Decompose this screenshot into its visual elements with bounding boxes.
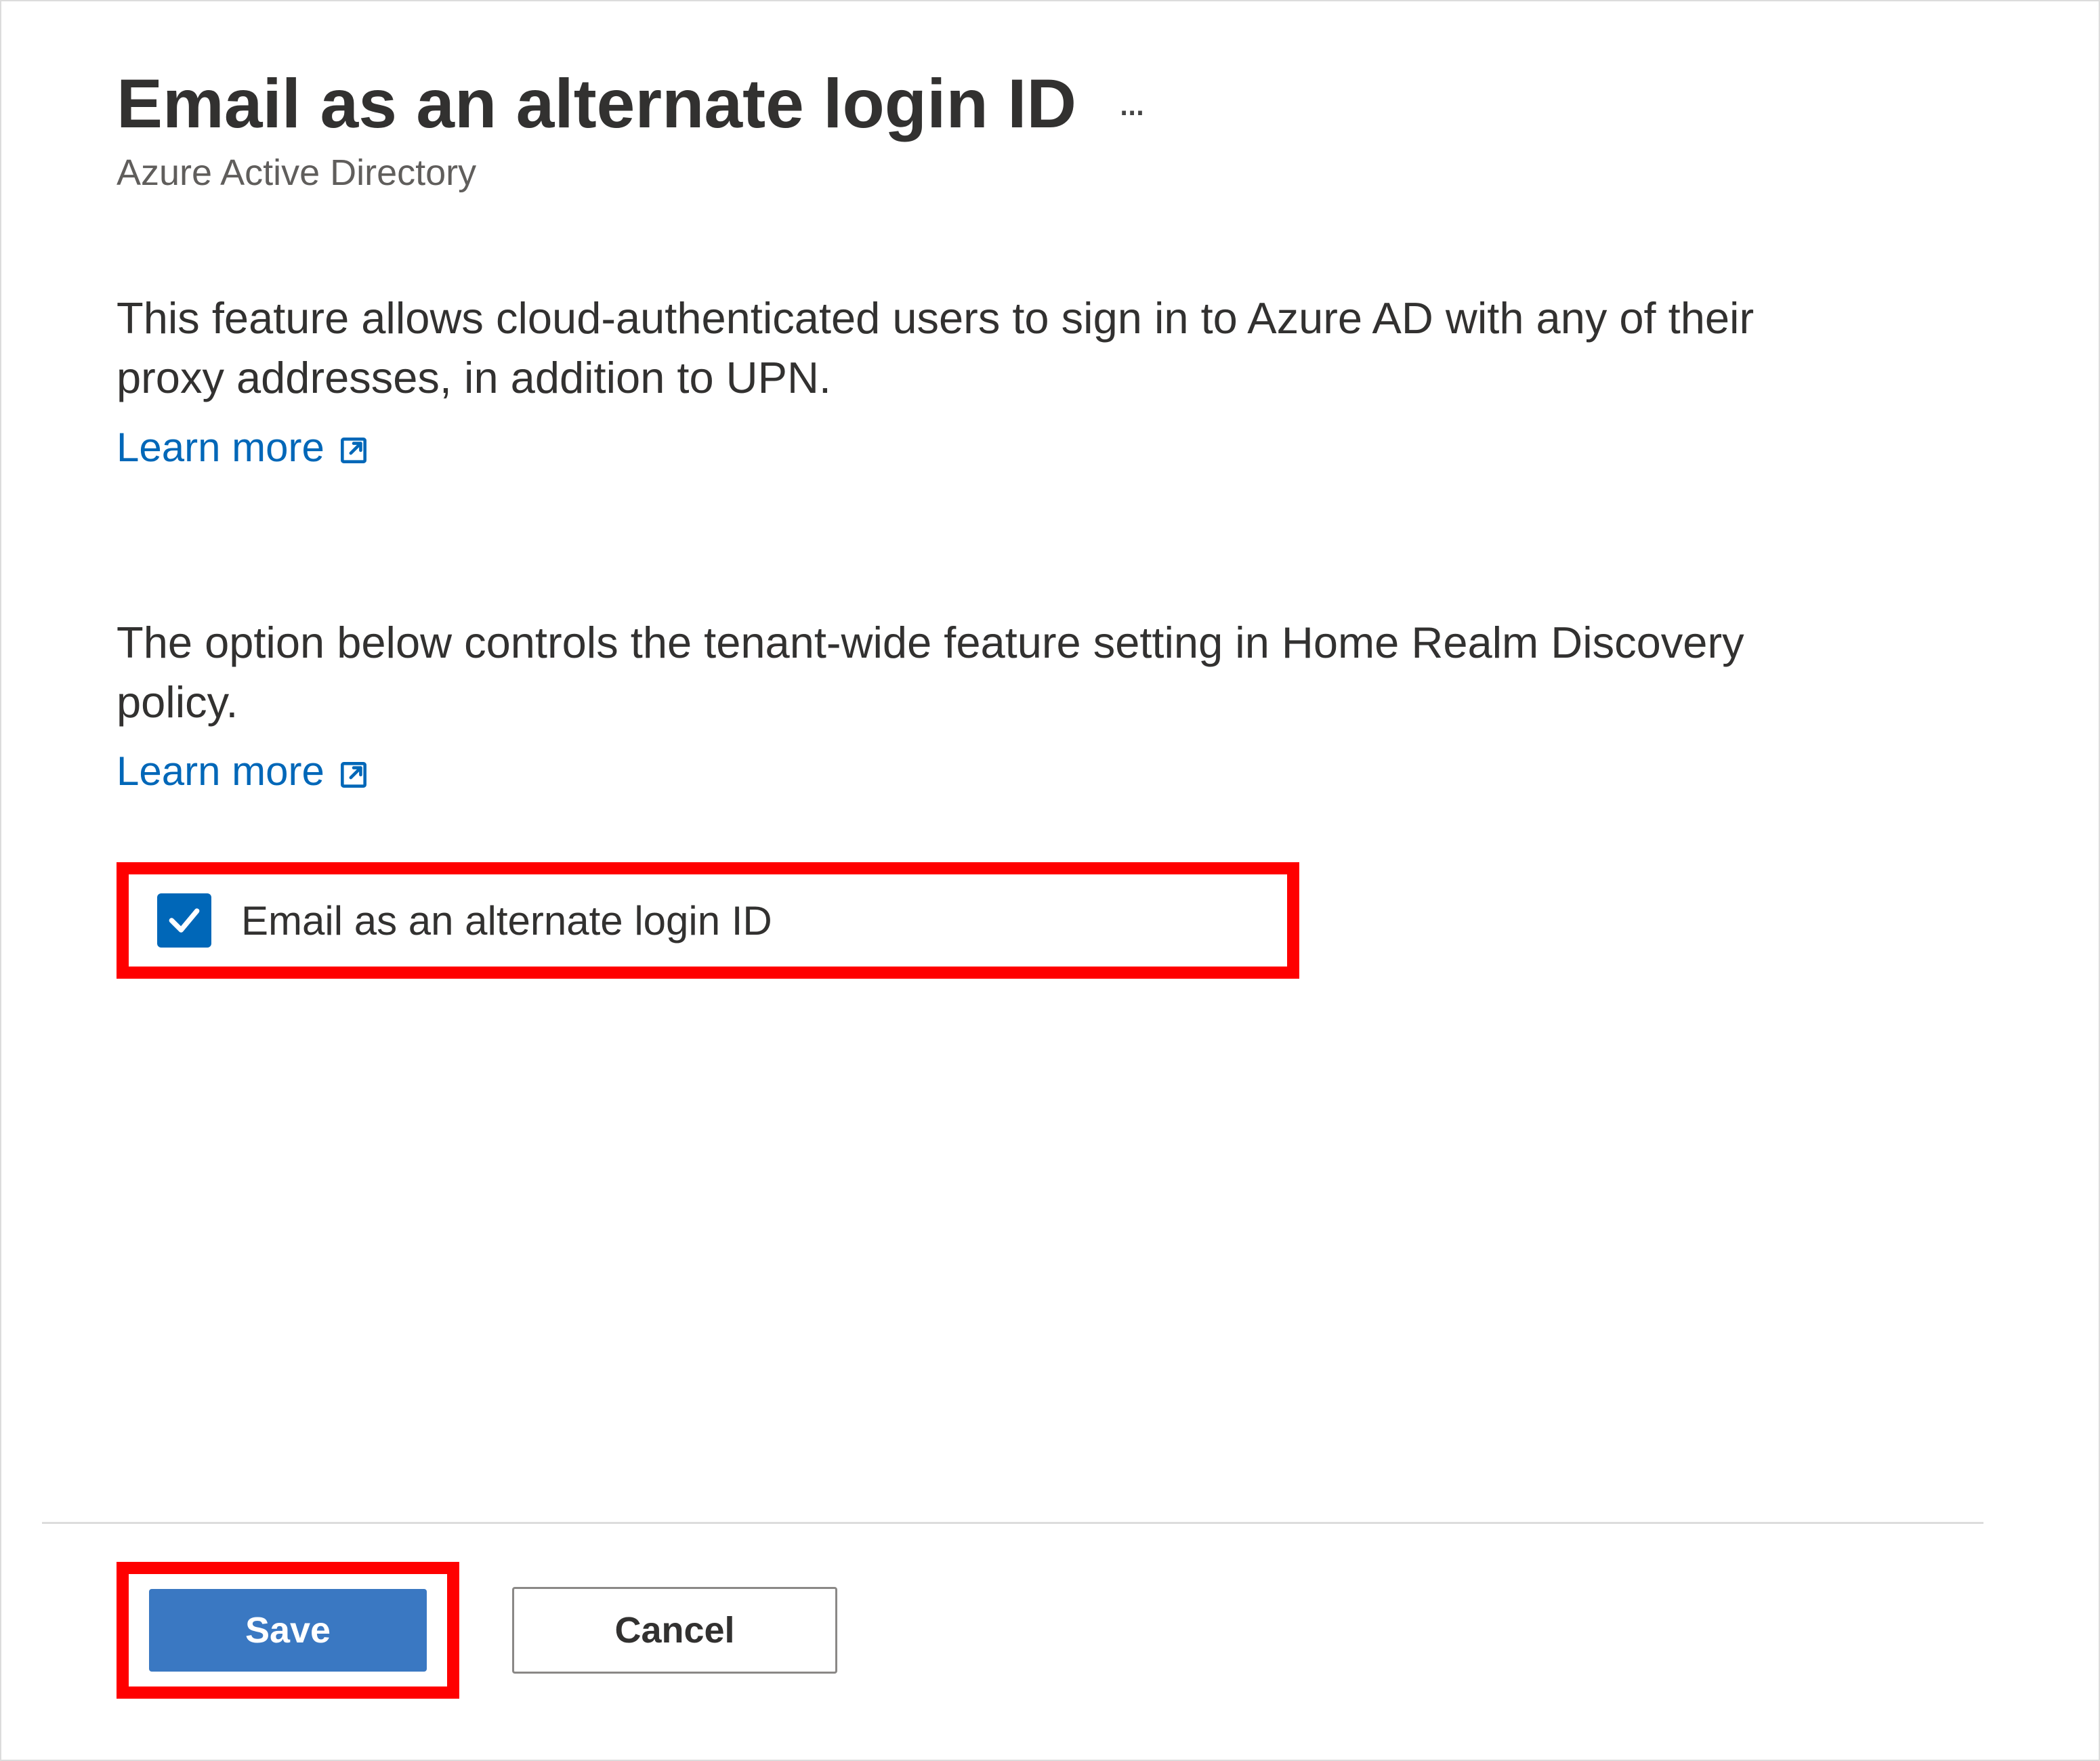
email-alternate-checkbox[interactable] bbox=[157, 893, 211, 948]
header-row: Email as an alternate login ID ··· bbox=[117, 62, 1983, 145]
learn-more-link-feature[interactable]: Learn more bbox=[117, 424, 1983, 471]
checkmark-icon bbox=[165, 901, 203, 939]
save-button[interactable]: Save bbox=[149, 1589, 427, 1672]
learn-more-label: Learn more bbox=[117, 748, 324, 794]
external-link-icon bbox=[337, 755, 371, 788]
highlight-checkbox-area: Email as an alternate login ID bbox=[117, 862, 1299, 979]
learn-more-link-option[interactable]: Learn more bbox=[117, 748, 1983, 794]
external-link-icon bbox=[337, 430, 371, 464]
footer-actions: Save Cancel bbox=[117, 1562, 1983, 1699]
option-description: The option below controls the tenant-wid… bbox=[117, 613, 1810, 732]
cancel-button[interactable]: Cancel bbox=[512, 1587, 837, 1674]
page-title: Email as an alternate login ID bbox=[117, 62, 1076, 145]
checkbox-label: Email as an alternate login ID bbox=[241, 897, 772, 944]
more-actions-icon[interactable]: ··· bbox=[1117, 90, 1141, 131]
footer-divider bbox=[42, 1522, 1983, 1524]
checkbox-container[interactable]: Email as an alternate login ID bbox=[157, 893, 772, 948]
settings-panel: Email as an alternate login ID ··· Azure… bbox=[0, 0, 2100, 1761]
feature-description: This feature allows cloud-authenticated … bbox=[117, 289, 1810, 408]
page-subtitle: Azure Active Directory bbox=[117, 152, 1983, 194]
learn-more-label: Learn more bbox=[117, 424, 324, 471]
highlight-save-area: Save bbox=[117, 1562, 459, 1699]
